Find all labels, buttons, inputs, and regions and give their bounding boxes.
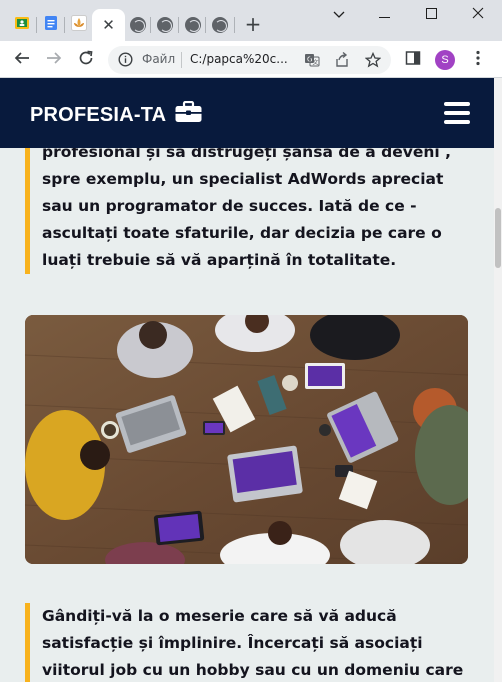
browser-tab-strip: ✕ + — [0, 0, 502, 41]
tab-google-classroom[interactable] — [9, 9, 35, 41]
browser-toolbar: Файл C:/papca%20c... G文 S — [0, 41, 502, 78]
quote-block: Gândiți-vă la o meserie care să vă aducă… — [25, 603, 469, 682]
address-url[interactable]: C:/papca%20c... — [190, 52, 288, 66]
tab-separator — [205, 17, 206, 33]
google-classroom-icon — [14, 15, 30, 35]
web-page-viewport: profesional și să distrugeți șansa de a … — [0, 78, 502, 682]
bookmark-star-icon[interactable] — [364, 51, 382, 72]
tab-separator — [64, 17, 65, 33]
page-scrollbar[interactable] — [494, 78, 502, 682]
logo-text: PROFESIA-TA — [30, 103, 167, 126]
briefcase-icon — [175, 100, 202, 129]
site-header: PROFESIA-TA — [0, 78, 494, 148]
tab-separator — [234, 17, 235, 33]
close-icon[interactable]: ✕ — [102, 17, 115, 33]
tab-globe-2[interactable] — [152, 9, 178, 41]
svg-text:文: 文 — [313, 59, 319, 67]
browser-menu-button[interactable] — [467, 49, 489, 71]
arrow-left-icon — [14, 50, 30, 70]
globe-icon — [212, 17, 228, 33]
new-tab-button[interactable]: + — [243, 12, 263, 36]
address-divider — [181, 52, 182, 68]
arrow-right-icon — [46, 50, 62, 70]
quote-block: profesional și să distrugeți șansa de a … — [25, 139, 469, 274]
lotus-icon — [71, 15, 87, 35]
maximize-icon — [425, 4, 437, 23]
translate-icon[interactable]: G文 — [304, 52, 320, 72]
tab-globe-1[interactable] — [125, 9, 151, 41]
tab-google-docs[interactable] — [38, 9, 64, 41]
chevron-down-icon — [333, 4, 345, 23]
tab-search-button[interactable] — [315, 0, 363, 26]
tab-active[interactable]: ✕ — [92, 9, 125, 41]
team-meeting-photo — [25, 315, 468, 564]
globe-icon — [185, 17, 201, 33]
reload-icon — [78, 50, 94, 70]
side-panel-icon — [405, 50, 421, 70]
more-vertical-icon — [476, 50, 480, 70]
back-button[interactable] — [11, 49, 33, 71]
tab-separator — [178, 17, 179, 33]
close-window-button[interactable] — [454, 0, 502, 26]
scrollbar-thumb[interactable] — [495, 208, 501, 268]
close-icon — [472, 4, 484, 23]
site-logo[interactable]: PROFESIA-TA — [30, 100, 202, 129]
maximize-button[interactable] — [407, 0, 455, 26]
profile-avatar[interactable]: S — [435, 50, 455, 70]
tab-separator — [150, 17, 151, 33]
globe-icon — [130, 17, 146, 33]
tab-separator — [36, 17, 37, 33]
forward-button[interactable] — [43, 49, 65, 71]
reload-button[interactable] — [75, 49, 97, 71]
hamburger-menu-icon[interactable] — [444, 102, 470, 124]
tab-globe-4[interactable] — [207, 9, 233, 41]
address-scheme-label: Файл — [142, 52, 176, 66]
share-icon[interactable] — [334, 51, 350, 72]
google-docs-icon — [43, 15, 59, 35]
minimize-icon — [378, 4, 390, 23]
tab-globe-3[interactable] — [180, 9, 206, 41]
address-bar[interactable]: Файл C:/papca%20c... G文 — [108, 46, 391, 74]
side-panel-button[interactable] — [402, 49, 424, 71]
info-icon[interactable] — [118, 52, 133, 71]
tab-lotus[interactable] — [66, 9, 92, 41]
minimize-button[interactable] — [360, 0, 408, 26]
globe-icon — [157, 17, 173, 33]
